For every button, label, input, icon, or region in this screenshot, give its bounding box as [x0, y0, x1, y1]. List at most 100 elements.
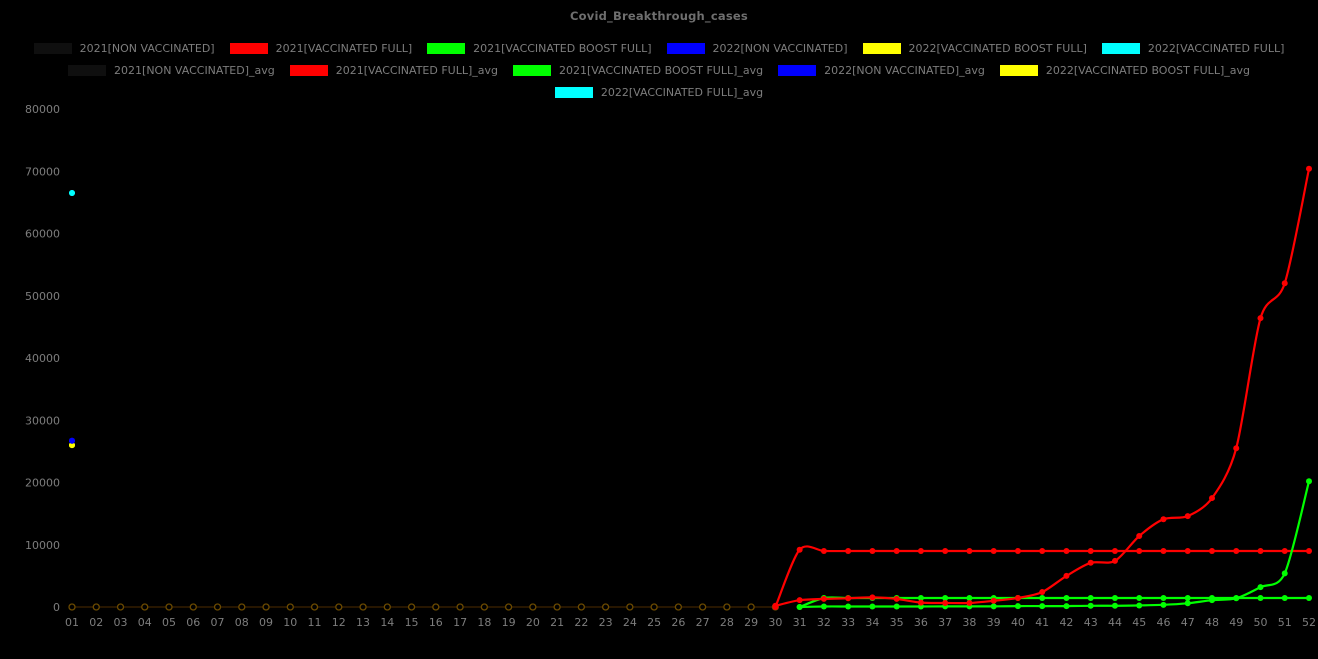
y-axis-tick-label: 0: [53, 601, 60, 614]
data-point: [1039, 603, 1045, 609]
x-axis-tick-label: 51: [1278, 616, 1292, 629]
x-axis-tick-label: 31: [793, 616, 807, 629]
x-axis-tick-label: 19: [502, 616, 516, 629]
x-axis-tick-label: 16: [429, 616, 443, 629]
data-point-ring: [748, 604, 754, 610]
data-point: [1282, 548, 1288, 554]
data-point: [821, 548, 827, 554]
series-2021-vaccinated-boost-full: [797, 478, 1312, 610]
x-axis-tick-label: 50: [1253, 616, 1267, 629]
x-axis-tick-label: 08: [235, 616, 249, 629]
data-point: [894, 548, 900, 554]
y-axis-tick-label: 80000: [25, 103, 60, 116]
data-point: [1185, 595, 1191, 601]
data-point: [1209, 495, 1215, 501]
data-point: [1306, 478, 1312, 484]
data-point: [1063, 603, 1069, 609]
data-point: [845, 595, 851, 601]
series-2021-vaccinated-full: [772, 166, 1312, 609]
data-point: [1063, 595, 1069, 601]
x-axis-tick-label: 36: [914, 616, 928, 629]
data-point: [797, 547, 803, 553]
x-axis-tick-label: 38: [962, 616, 976, 629]
x-axis-tick-label: 41: [1035, 616, 1049, 629]
data-point: [918, 548, 924, 554]
data-point: [1088, 595, 1094, 601]
data-point-ring: [384, 604, 390, 610]
x-axis-tick-label: 46: [1156, 616, 1170, 629]
data-point-ring: [215, 604, 221, 610]
data-point: [1282, 570, 1288, 576]
data-point: [1257, 548, 1263, 554]
x-axis-tick-label: 10: [283, 616, 297, 629]
data-point: [1039, 548, 1045, 554]
data-point: [797, 604, 803, 610]
x-axis-tick-label: 09: [259, 616, 273, 629]
x-axis-tick-label: 48: [1205, 616, 1219, 629]
data-point: [1233, 595, 1239, 601]
x-axis-tick-label: 04: [138, 616, 152, 629]
data-point-ring: [336, 604, 342, 610]
data-point: [1088, 603, 1094, 609]
data-point: [1160, 516, 1166, 522]
x-axis-tick-label: 26: [671, 616, 685, 629]
x-axis-tick-label: 37: [938, 616, 952, 629]
data-point: [1015, 595, 1021, 601]
data-point: [1063, 573, 1069, 579]
data-point: [1088, 560, 1094, 566]
data-point: [966, 600, 972, 606]
data-point: [1015, 548, 1021, 554]
data-point: [1039, 589, 1045, 595]
data-point-ring: [481, 604, 487, 610]
y-axis-tick-label: 20000: [25, 477, 60, 490]
data-point: [1306, 166, 1312, 172]
data-point: [869, 594, 875, 600]
y-axis-tick-label: 10000: [25, 539, 60, 552]
chart-root: Covid_Breakthrough_cases 2021[NON VACCIN…: [0, 0, 1318, 659]
x-axis-tick-label: 15: [405, 616, 419, 629]
x-axis-tick-label: 34: [865, 616, 879, 629]
y-axis-tick-label: 70000: [25, 165, 60, 178]
data-point: [69, 190, 75, 196]
data-point: [1257, 315, 1263, 321]
y-axis-tick-label: 30000: [25, 414, 60, 427]
data-point: [894, 604, 900, 610]
data-point-ring: [457, 604, 463, 610]
data-point: [797, 597, 803, 603]
data-point-ring: [603, 604, 609, 610]
plot-area: 0100002000030000400005000060000700008000…: [0, 0, 1318, 659]
x-axis-tick-label: 23: [599, 616, 613, 629]
x-axis-tick-label: 02: [89, 616, 103, 629]
x-axis-tick-label: 28: [720, 616, 734, 629]
data-point: [1039, 595, 1045, 601]
data-point: [1282, 280, 1288, 286]
x-axis-tick-label: 06: [186, 616, 200, 629]
data-point-ring: [239, 604, 245, 610]
x-axis-tick-label: 17: [453, 616, 467, 629]
x-axis-tick-label: 35: [890, 616, 904, 629]
data-point: [991, 548, 997, 554]
x-axis-tick-label: 40: [1011, 616, 1025, 629]
data-point-ring: [554, 604, 560, 610]
data-point: [942, 600, 948, 606]
data-point-ring: [433, 604, 439, 610]
data-point-ring: [118, 604, 124, 610]
data-point: [1112, 558, 1118, 564]
data-point: [1015, 603, 1021, 609]
data-point: [1233, 548, 1239, 554]
data-point: [845, 604, 851, 610]
x-axis-tick-label: 14: [380, 616, 394, 629]
data-point: [1209, 597, 1215, 603]
data-point: [1306, 548, 1312, 554]
x-axis-tick-label: 13: [356, 616, 370, 629]
data-point: [1088, 548, 1094, 554]
data-point: [1112, 595, 1118, 601]
x-axis-tick-label: 29: [744, 616, 758, 629]
data-point: [1209, 548, 1215, 554]
data-point: [1185, 548, 1191, 554]
data-point-ring: [142, 604, 148, 610]
x-axis-tick-label: 30: [768, 616, 782, 629]
x-axis-tick-label: 21: [550, 616, 564, 629]
data-point: [1136, 602, 1142, 608]
data-point-ring: [627, 604, 633, 610]
